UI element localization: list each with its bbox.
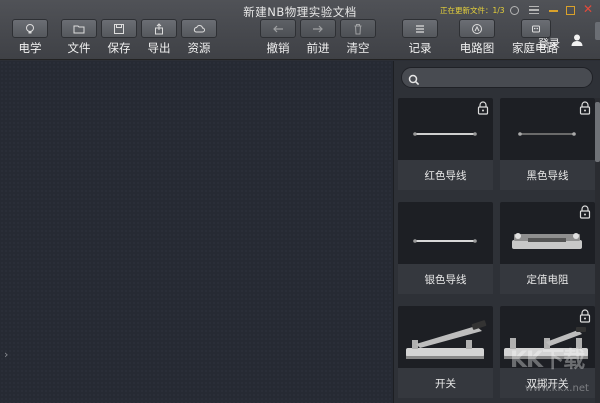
circuit-diagram-label: 电路图 bbox=[459, 41, 495, 55]
component-label: 开关 bbox=[398, 368, 493, 398]
component-label: 银色导线 bbox=[398, 264, 493, 294]
robot-icon bbox=[532, 25, 540, 32]
component-label: 黑色导线 bbox=[500, 160, 595, 190]
resources-label: 资源 bbox=[187, 41, 211, 55]
scrollbar-thumb[interactable] bbox=[595, 102, 600, 162]
clear-label: 清空 bbox=[346, 41, 370, 55]
electric-button[interactable]: 电学 bbox=[12, 19, 48, 55]
component-label: 定值电阻 bbox=[500, 264, 595, 294]
user-icon[interactable] bbox=[566, 29, 588, 51]
watermark-url: www.kkx.net bbox=[525, 383, 589, 394]
component-card-switch[interactable]: 开关 bbox=[398, 306, 493, 398]
undo-button[interactable]: 撤销 bbox=[260, 19, 296, 55]
silver-wire-image bbox=[398, 210, 493, 264]
folder-icon bbox=[73, 25, 85, 33]
export-icon bbox=[155, 22, 163, 34]
maximize-button[interactable] bbox=[566, 6, 575, 15]
panel-scrollbar[interactable] bbox=[595, 98, 600, 403]
menu-icon[interactable] bbox=[529, 6, 539, 14]
component-card-silver-wire[interactable]: 银色导线 bbox=[398, 202, 493, 294]
file-button[interactable]: 文件 bbox=[61, 19, 97, 55]
circuit-icon bbox=[472, 23, 482, 34]
cloud-icon bbox=[193, 24, 205, 32]
resources-button[interactable]: 资源 bbox=[181, 19, 217, 55]
watermark-logo: KK下载 bbox=[510, 348, 585, 373]
circuit-diagram-button[interactable]: 电路图 bbox=[459, 19, 495, 55]
save-icon bbox=[114, 23, 124, 34]
list-icon bbox=[416, 24, 424, 33]
red-wire-image bbox=[398, 106, 493, 160]
component-card-black-wire[interactable]: 黑色导线 bbox=[500, 98, 595, 190]
search-box[interactable] bbox=[401, 67, 593, 88]
component-label: 红色导线 bbox=[398, 160, 493, 190]
record-button[interactable]: 记录 bbox=[402, 19, 438, 55]
login-label[interactable]: 登录 bbox=[538, 35, 560, 51]
clear-button[interactable]: 清空 bbox=[340, 19, 376, 55]
undo-icon bbox=[273, 25, 283, 32]
export-button[interactable]: 导出 bbox=[141, 19, 177, 55]
redo-button[interactable]: 前进 bbox=[300, 19, 336, 55]
fixed-resistor-image bbox=[500, 210, 595, 264]
toolbar-overflow-handle[interactable] bbox=[595, 22, 600, 40]
search-icon bbox=[408, 71, 420, 90]
trash-icon bbox=[354, 23, 362, 34]
switch-image bbox=[398, 314, 493, 368]
minimize-button[interactable] bbox=[549, 10, 558, 12]
close-button[interactable]: ✕ bbox=[582, 3, 594, 15]
experiment-canvas[interactable]: › bbox=[0, 61, 393, 403]
toolbar: 新建NB物理实验文档 正在更新文件：1/3 ✕ 电学 文件 保存 导出 资源 撤… bbox=[0, 0, 600, 60]
expand-left-arrow-icon[interactable]: › bbox=[4, 348, 8, 361]
redo-icon bbox=[313, 25, 323, 32]
record-label: 记录 bbox=[408, 41, 432, 55]
component-card-red-wire[interactable]: 红色导线 bbox=[398, 98, 493, 190]
component-card-fixed-resistor[interactable]: 定值电阻 bbox=[500, 202, 595, 294]
search-input[interactable] bbox=[424, 70, 584, 85]
update-status: 正在更新文件：1/3 bbox=[440, 6, 505, 15]
settings-icon[interactable] bbox=[510, 6, 519, 15]
electric-label: 电学 bbox=[18, 41, 42, 55]
lightbulb-icon bbox=[26, 23, 34, 33]
save-button[interactable]: 保存 bbox=[101, 19, 137, 55]
black-wire-image bbox=[500, 106, 595, 160]
